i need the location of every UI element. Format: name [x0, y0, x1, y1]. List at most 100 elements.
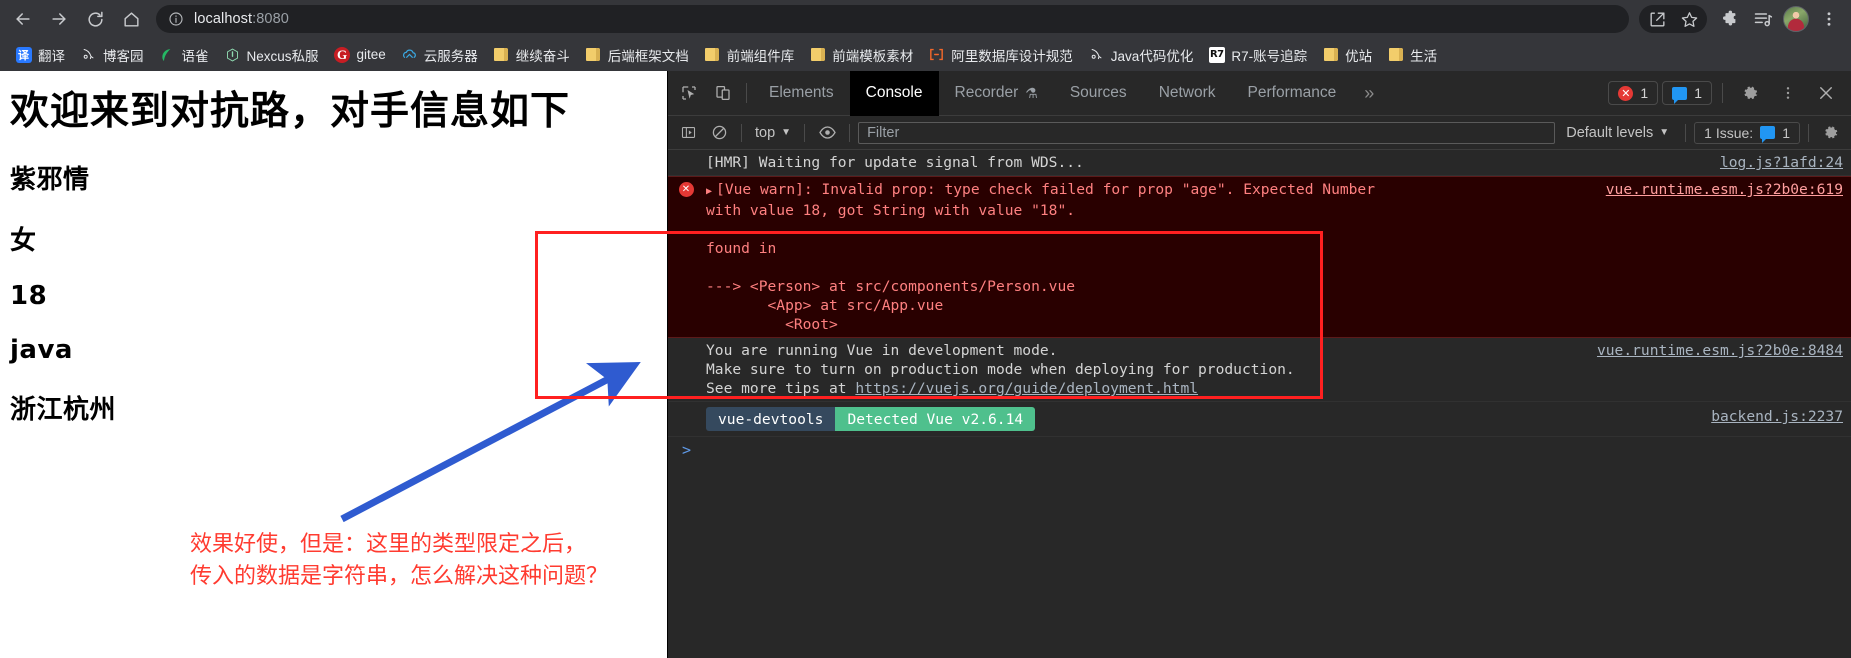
- r7-icon: R7: [1208, 46, 1225, 63]
- folder-icon: [1322, 46, 1339, 63]
- log-gutter: ✕: [668, 180, 704, 197]
- address-bar[interactable]: localhost:8080: [156, 5, 1629, 33]
- tab-console[interactable]: Console: [849, 70, 939, 116]
- device-toolbar-icon[interactable]: [706, 76, 740, 110]
- context-selector-value: top: [755, 124, 776, 141]
- divider: [849, 123, 851, 142]
- deployment-guide-link[interactable]: https://vuejs.org/guide/deployment.html: [855, 380, 1198, 397]
- tab-label: Performance: [1247, 84, 1337, 101]
- clear-console-icon[interactable]: [705, 120, 733, 146]
- chrome-menu-icon[interactable]: [1813, 3, 1845, 35]
- bookmark-item[interactable]: 后端框架文档: [578, 42, 696, 68]
- more-tabs-icon[interactable]: »: [1352, 71, 1386, 116]
- divider: [1722, 83, 1723, 103]
- annotation-note-line1: 效果好使，但是：这里的类型限定之后，: [190, 532, 587, 557]
- console-filter-placeholder: Filter: [867, 124, 900, 141]
- media-playlist-icon[interactable]: [1747, 3, 1779, 35]
- console-message-line6: <Root>: [706, 316, 838, 333]
- log-gutter: [668, 341, 704, 343]
- console-source-link[interactable]: log.js?1afd:24: [1702, 153, 1843, 172]
- bookmark-item[interactable]: 博客园: [73, 42, 151, 68]
- folder-icon: [585, 46, 602, 63]
- java-icon: [1088, 46, 1105, 63]
- log-levels-selector[interactable]: Default levels ▼: [1558, 125, 1677, 141]
- extensions-puzzle-icon[interactable]: [1714, 3, 1746, 35]
- chevron-down-icon: ▼: [1659, 127, 1670, 138]
- page-line-age: 18: [10, 281, 48, 312]
- console-input-prompt[interactable]: >: [668, 437, 1851, 464]
- divider: [741, 123, 742, 142]
- console-source-link[interactable]: vue.runtime.esm.js?2b0e:619: [1588, 180, 1843, 199]
- expand-triangle-icon[interactable]: ▶: [706, 186, 712, 197]
- console-message: vue-devtools Detected Vue v2.6.14: [704, 407, 1693, 431]
- site-info-icon[interactable]: [168, 11, 184, 27]
- folder-icon: [1387, 46, 1404, 63]
- back-arrow-icon[interactable]: [6, 2, 40, 36]
- forward-arrow-icon[interactable]: [42, 2, 76, 36]
- gear-icon[interactable]: [1733, 76, 1767, 110]
- console-output[interactable]: [HMR] Waiting for update signal from WDS…: [668, 150, 1851, 658]
- console-message-line5: <App> at src/App.vue: [706, 297, 944, 314]
- home-icon[interactable]: [114, 2, 148, 36]
- bookmark-item[interactable]: 生活: [1380, 42, 1444, 68]
- page-line-skill: java: [10, 335, 73, 366]
- console-row-vue-warn[interactable]: ✕ ▶ [Vue warn]: Invalid prop: type check …: [668, 176, 1851, 338]
- devtools-tabbar-actions: ✕ 1 1: [1608, 76, 1851, 110]
- toolbar-actions: [1639, 3, 1845, 35]
- issues-count: 1: [1782, 124, 1790, 141]
- console-row-vue-devtools[interactable]: vue-devtools Detected Vue v2.6.14 backend…: [668, 402, 1851, 437]
- tab-label: Sources: [1069, 84, 1127, 101]
- console-message: ▶ [Vue warn]: Invalid prop: type check fa…: [704, 180, 1588, 334]
- tab-sources[interactable]: Sources: [1054, 71, 1143, 116]
- bookmark-item[interactable]: R7 R7-账号追踪: [1201, 42, 1314, 68]
- page-line-sex: 女: [10, 226, 37, 257]
- context-selector[interactable]: top ▼: [750, 125, 796, 141]
- console-source-link[interactable]: vue.runtime.esm.js?2b0e:8484: [1579, 341, 1843, 360]
- prompt-chevron-icon: >: [682, 441, 692, 459]
- tab-performance[interactable]: Performance: [1232, 71, 1353, 116]
- tab-label: Recorder: [954, 84, 1019, 101]
- tab-elements[interactable]: Elements: [753, 71, 850, 116]
- close-icon[interactable]: [1809, 76, 1843, 110]
- folder-icon: [704, 46, 721, 63]
- console-row-vue-devmode[interactable]: You are running Vue in development mode.…: [668, 338, 1851, 402]
- bookmark-item[interactable]: 继续奋斗: [486, 42, 577, 68]
- bookmark-star-icon[interactable]: [1673, 3, 1705, 35]
- bookmark-item[interactable]: 阿里数据库设计规范: [921, 42, 1080, 68]
- inspect-element-icon[interactable]: [672, 76, 706, 110]
- console-message-line2: with value 18, got String with value "18…: [706, 202, 1076, 219]
- bookmark-item[interactable]: 云服务器: [394, 42, 485, 68]
- chevron-down-icon: ▼: [781, 127, 792, 138]
- console-message-line4: ---> <Person> at src/components/Person.v…: [706, 278, 1076, 295]
- bookmark-item[interactable]: 优站: [1315, 42, 1379, 68]
- bookmark-item[interactable]: 前端组件库: [697, 42, 802, 68]
- issues-badge[interactable]: 1 Issue: 1: [1694, 121, 1800, 144]
- console-settings-icon[interactable]: [1817, 120, 1845, 146]
- bookmark-item[interactable]: Java代码优化: [1081, 42, 1201, 68]
- avatar-image: [1783, 6, 1809, 32]
- bookmark-item[interactable]: 前端模板素材: [802, 42, 920, 68]
- console-row-hmr[interactable]: [HMR] Waiting for update signal from WDS…: [668, 150, 1851, 176]
- share-icon[interactable]: [1641, 3, 1673, 35]
- live-expression-icon[interactable]: [813, 120, 841, 146]
- console-message-line2: Make sure to turn on production mode whe…: [706, 361, 1295, 378]
- bookmark-item[interactable]: 语雀: [152, 42, 216, 68]
- bookmark-item[interactable]: 译翻译: [8, 42, 72, 68]
- console-source-link[interactable]: backend.js:2237: [1693, 407, 1843, 426]
- console-sidebar-icon[interactable]: [674, 120, 702, 146]
- error-count-badge[interactable]: ✕ 1: [1608, 81, 1659, 105]
- log-levels-value: Default levels: [1566, 124, 1654, 141]
- message-count-badge[interactable]: 1: [1662, 81, 1712, 105]
- bookmark-item[interactable]: Ggitee: [327, 42, 393, 68]
- annotation-note-line2: 传入的数据是字符串，怎么解决这种问题？: [190, 563, 609, 589]
- tab-recorder[interactable]: Recorder ⚗: [939, 71, 1054, 116]
- reload-icon[interactable]: [78, 2, 112, 36]
- error-icon: ✕: [1618, 85, 1634, 101]
- tab-network[interactable]: Network: [1143, 71, 1232, 116]
- error-icon: ✕: [678, 182, 694, 197]
- console-filter-bar: top ▼ Filter Default levels ▼ 1 Issue: 1: [668, 116, 1851, 150]
- kebab-menu-icon[interactable]: [1771, 76, 1805, 110]
- console-filter-input[interactable]: Filter: [858, 121, 1556, 144]
- bookmark-item[interactable]: Nexcus私服: [217, 42, 326, 68]
- profile-avatar[interactable]: [1780, 3, 1812, 35]
